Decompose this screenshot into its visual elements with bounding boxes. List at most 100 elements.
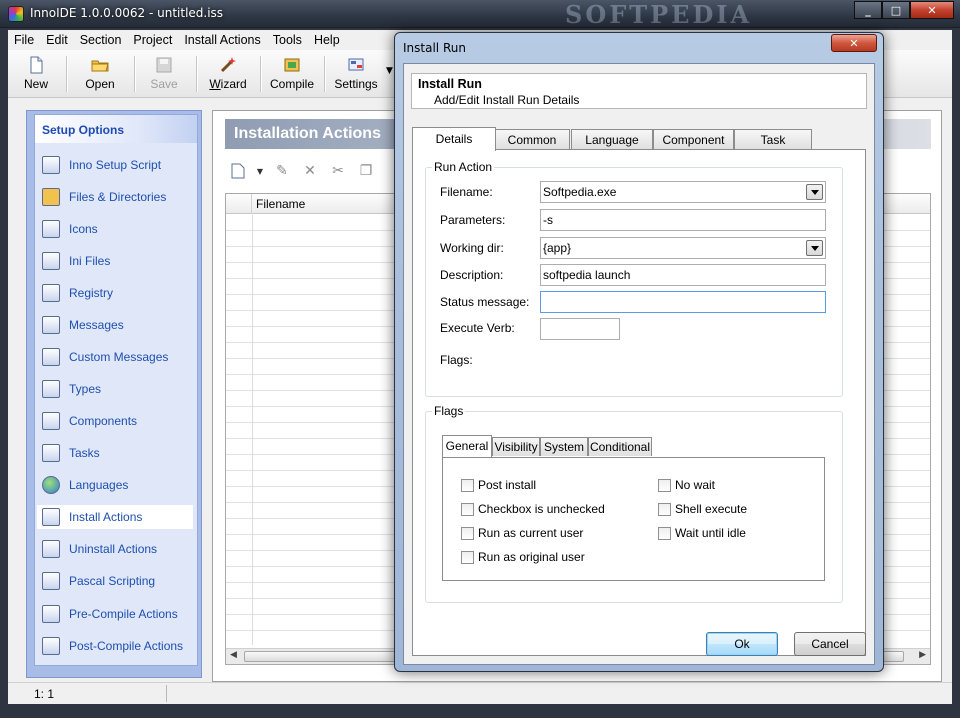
status-bar: 1: 1: [8, 682, 952, 704]
dialog-header: Install Run Add/Edit Install Run Details: [411, 73, 867, 109]
tab-common[interactable]: Common: [494, 129, 570, 149]
sidebar-item-registry[interactable]: Registry: [37, 281, 193, 305]
sidebar-item-languages[interactable]: Languages: [37, 473, 193, 497]
open-button[interactable]: Open: [80, 54, 120, 94]
column-header-filename[interactable]: Filename: [256, 197, 305, 211]
working-dir-dropdown-icon[interactable]: [806, 240, 823, 256]
scroll-right-icon[interactable]: ▶: [919, 650, 926, 660]
new-button[interactable]: New: [18, 54, 54, 94]
save-button[interactable]: Save: [146, 54, 182, 94]
filename-combo[interactable]: Softpedia.exe: [540, 181, 826, 203]
working-dir-combo[interactable]: {app}: [540, 237, 826, 259]
filename-dropdown-icon[interactable]: [806, 184, 823, 200]
sidebar-item-inno-setup-script[interactable]: Inno Setup Script: [37, 153, 193, 177]
maximize-button[interactable]: □: [882, 1, 910, 19]
checkbox-unchecked-checkbox[interactable]: Checkbox is unchecked: [461, 502, 605, 516]
sidebar-item-pre-compile-actions[interactable]: Pre-Compile Actions: [37, 602, 193, 626]
save-label: Save: [150, 77, 178, 91]
sidebar-item-post-compile-actions[interactable]: Post-Compile Actions: [37, 634, 193, 658]
save-icon: [156, 57, 172, 73]
info-icon: [42, 316, 60, 334]
sidebar-item-tasks[interactable]: Tasks: [37, 441, 193, 465]
sidebar-item-messages[interactable]: Messages: [37, 313, 193, 337]
post-install-checkbox[interactable]: Post install: [461, 478, 536, 492]
menu-help[interactable]: Help: [308, 33, 346, 47]
cut-button[interactable]: ✂: [327, 161, 349, 181]
sidebar-item-files-directories[interactable]: Files & Directories: [37, 185, 193, 209]
flags-tab-conditional[interactable]: Conditional: [588, 437, 652, 456]
minimize-button[interactable]: _: [854, 1, 882, 19]
sidebar-item-uninstall-actions[interactable]: Uninstall Actions: [37, 537, 193, 561]
sidebar-title: Setup Options: [35, 115, 197, 143]
run-as-original-user-checkbox[interactable]: Run as original user: [461, 550, 585, 564]
delete-x-icon: ✕: [304, 163, 316, 179]
open-folder-icon: [91, 60, 109, 72]
menu-tools[interactable]: Tools: [267, 33, 308, 47]
run-action-group-label: Run Action: [432, 160, 495, 174]
menu-edit[interactable]: Edit: [40, 33, 74, 47]
sidebar-item-ini-files[interactable]: Ini Files: [37, 249, 193, 273]
new-item-icon: [231, 163, 245, 179]
menu-project[interactable]: Project: [127, 33, 178, 47]
edit-pencil-icon: ✎: [276, 163, 288, 179]
sidebar-item-types[interactable]: Types: [37, 377, 193, 401]
flags-group: Flags General Visibility System Conditio…: [425, 404, 843, 603]
title-bar: InnoIDE 1.0.0.0062 - untitled.iss SOFTPE…: [0, 0, 960, 29]
dialog-header-subtitle: Add/Edit Install Run Details: [434, 93, 580, 107]
flags-label: Flags:: [440, 353, 473, 367]
tab-task[interactable]: Task: [734, 129, 812, 149]
tasks-icon: [42, 444, 60, 462]
dialog-header-title: Install Run: [418, 77, 482, 91]
menu-install-actions[interactable]: Install Actions: [178, 33, 266, 47]
details-tab-page: Run Action Filename: Softpedia.exe Param…: [412, 149, 866, 656]
settings-dropdown-arrow[interactable]: ▼: [386, 66, 393, 76]
setup-options-sidebar: Setup Options Inno Setup Script Files & …: [26, 110, 202, 678]
run-as-current-user-checkbox[interactable]: Run as current user: [461, 526, 583, 540]
close-button[interactable]: ✕: [910, 1, 954, 19]
tab-component[interactable]: Component: [653, 129, 734, 149]
flags-tab-visibility[interactable]: Visibility: [492, 437, 540, 456]
compile-button[interactable]: Compile: [270, 54, 314, 94]
execute-verb-input[interactable]: [540, 318, 620, 340]
add-dropdown-arrow[interactable]: ▼: [255, 161, 265, 181]
dialog-close-button[interactable]: ✕: [831, 34, 877, 52]
tab-language[interactable]: Language: [571, 129, 653, 149]
settings-button[interactable]: Settings: [334, 54, 378, 94]
wizard-button[interactable]: Wizard: [208, 54, 248, 94]
tab-details[interactable]: Details: [412, 127, 496, 151]
sidebar-item-components[interactable]: Components: [37, 409, 193, 433]
filename-label: Filename:: [440, 185, 493, 199]
description-input[interactable]: softpedia launch: [540, 264, 826, 286]
status-message-input[interactable]: [540, 291, 826, 313]
parameters-input[interactable]: -s: [540, 209, 826, 231]
install-actions-icon: [42, 508, 60, 526]
scroll-left-icon[interactable]: ◀: [230, 650, 237, 660]
open-label: Open: [85, 77, 115, 91]
shell-execute-checkbox[interactable]: Shell execute: [658, 502, 747, 516]
sidebar-item-install-actions[interactable]: Install Actions: [37, 505, 193, 529]
flags-tab-general[interactable]: General: [442, 435, 492, 457]
no-wait-checkbox[interactable]: No wait: [658, 478, 715, 492]
flags-tab-system[interactable]: System: [540, 437, 588, 456]
copy-button[interactable]: ❐: [355, 161, 377, 181]
cursor-position: 1: 1: [34, 687, 55, 701]
menu-section[interactable]: Section: [74, 33, 128, 47]
flags-general-page: Post install Checkbox is unchecked Run a…: [442, 457, 825, 581]
sidebar-item-icons[interactable]: Icons: [37, 217, 193, 241]
window-title: InnoIDE 1.0.0.0062 - untitled.iss: [30, 6, 224, 20]
add-action-button[interactable]: [227, 161, 249, 181]
ok-button[interactable]: Ok: [706, 632, 778, 656]
edit-action-button[interactable]: ✎: [271, 161, 293, 181]
working-dir-label: Working dir:: [440, 241, 504, 255]
delete-action-button[interactable]: ✕: [299, 161, 321, 181]
sidebar-item-custom-messages[interactable]: Custom Messages: [37, 345, 193, 369]
cancel-button[interactable]: Cancel: [794, 632, 866, 656]
wait-until-idle-checkbox[interactable]: Wait until idle: [658, 526, 746, 540]
compile-icon: [284, 58, 300, 72]
globe-icon: [42, 476, 60, 494]
install-run-dialog: Install Run ✕ Install Run Add/Edit Insta…: [394, 32, 884, 672]
sidebar-item-pascal-scripting[interactable]: Pascal Scripting: [37, 569, 193, 593]
execute-verb-label: Execute Verb:: [440, 321, 515, 335]
menu-file[interactable]: File: [8, 33, 40, 47]
working-dir-value: {app}: [543, 241, 572, 255]
